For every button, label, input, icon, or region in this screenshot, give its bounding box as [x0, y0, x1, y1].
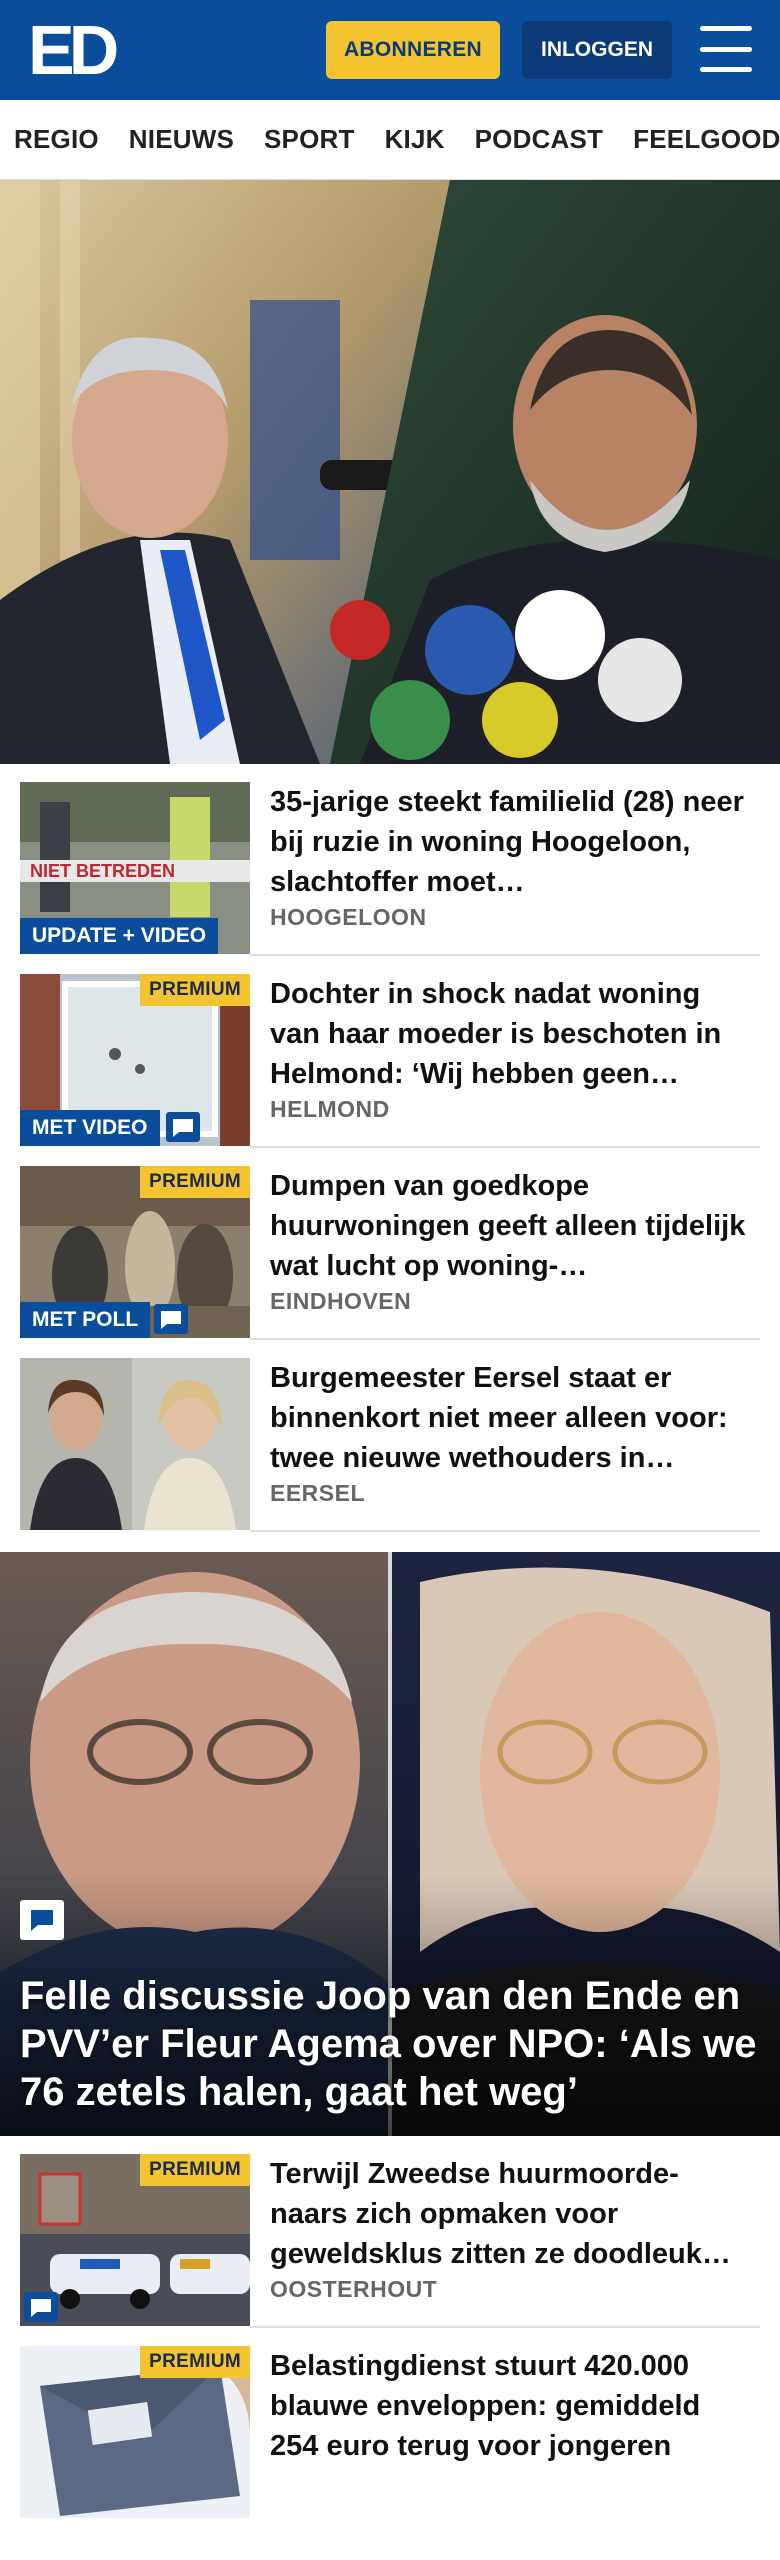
article-location: HELMOND: [270, 1096, 390, 1122]
nav-item-nieuws[interactable]: NIEUWS: [129, 124, 234, 155]
feature-title[interactable]: Felle discussie Joop van den Ende en PVV…: [20, 1972, 770, 2116]
section-nav: REGIO NIEUWS SPORT KIJK PODCAST FEELGOOD…: [0, 100, 780, 180]
article-item[interactable]: PREMIUM Belastingdienst stuurt 420.000 b…: [0, 2328, 780, 2520]
nav-item-kijk[interactable]: KIJK: [385, 124, 445, 155]
article-thumbnail: PREMIUM MET POLL: [20, 1166, 250, 1338]
premium-badge: PREMIUM: [140, 974, 250, 1006]
premium-badge: PREMIUM: [140, 2154, 250, 2186]
nav-item-regio[interactable]: REGIO: [14, 124, 99, 155]
article-thumbnail: NIET BETREDEN UPDATE + VIDEO: [20, 782, 250, 954]
article-thumbnail: PREMIUM: [20, 2346, 250, 2518]
met-video-badge: MET VIDEO: [20, 1110, 160, 1146]
comment-icon[interactable]: [24, 2292, 58, 2322]
article-item[interactable]: PREMIUM Terwijl Zweedse huurmoorde-naars…: [0, 2136, 780, 2328]
article-title[interactable]: Burgemeester Eersel staat er binnenkort …: [270, 1358, 750, 1478]
update-video-badge: UPDATE + VIDEO: [20, 918, 219, 954]
ed-logo[interactable]: ED: [28, 11, 123, 89]
article-thumbnail: [20, 1358, 250, 1530]
article-item[interactable]: PREMIUM MET VIDEO Dochter in shock nadat…: [0, 956, 780, 1148]
subscribe-button[interactable]: ABONNEREN: [326, 21, 500, 79]
article-item[interactable]: Burgemeester Eersel staat er binnenkort …: [0, 1340, 780, 1532]
svg-text:ED: ED: [28, 16, 117, 82]
article-thumbnail: PREMIUM: [20, 2154, 250, 2326]
article-location: OOSTERHOUT: [270, 2276, 438, 2302]
article-title[interactable]: Terwijl Zweedse huurmoorde-naars zich op…: [270, 2154, 750, 2274]
hero-image[interactable]: [0, 180, 780, 764]
nav-item-podcast[interactable]: PODCAST: [475, 124, 604, 155]
met-poll-badge: MET POLL: [20, 1302, 151, 1338]
article-location: HOOGELOON: [270, 904, 427, 930]
article-title[interactable]: Dochter in shock nadat woning van haar m…: [270, 974, 750, 1094]
thumb-tape-text: NIET BETREDEN: [30, 861, 175, 881]
article-title[interactable]: Dumpen van goedkope huurwoningen geeft a…: [270, 1166, 750, 1286]
site-header: ED ABONNEREN INLOGGEN: [0, 0, 780, 100]
login-button[interactable]: INLOGGEN: [522, 21, 672, 79]
comment-icon[interactable]: [20, 1900, 64, 1940]
article-title[interactable]: Belastingdienst stuurt 420.000 blauwe en…: [270, 2346, 750, 2466]
premium-badge: PREMIUM: [140, 2346, 250, 2378]
comment-icon[interactable]: [154, 1304, 188, 1334]
premium-badge: PREMIUM: [140, 1166, 250, 1198]
nav-item-feelgood[interactable]: FEELGOOD: [633, 124, 780, 155]
article-thumbnail: PREMIUM MET VIDEO: [20, 974, 250, 1146]
feature-article[interactable]: Felle discussie Joop van den Ende en PVV…: [0, 1552, 780, 2136]
article-location: EINDHOVEN: [270, 1288, 412, 1314]
article-item[interactable]: PREMIUM MET POLL Dumpen van goedkope huu…: [0, 1148, 780, 1340]
article-title[interactable]: 35-jarige steekt familielid (28) neer bi…: [270, 782, 750, 902]
comment-icon[interactable]: [166, 1112, 200, 1142]
article-location: EERSEL: [270, 1480, 366, 1506]
divider: [250, 1530, 760, 1532]
hamburger-icon[interactable]: [700, 26, 752, 72]
article-item[interactable]: NIET BETREDEN UPDATE + VIDEO 35-jarige s…: [0, 764, 780, 956]
nav-item-sport[interactable]: SPORT: [264, 124, 355, 155]
